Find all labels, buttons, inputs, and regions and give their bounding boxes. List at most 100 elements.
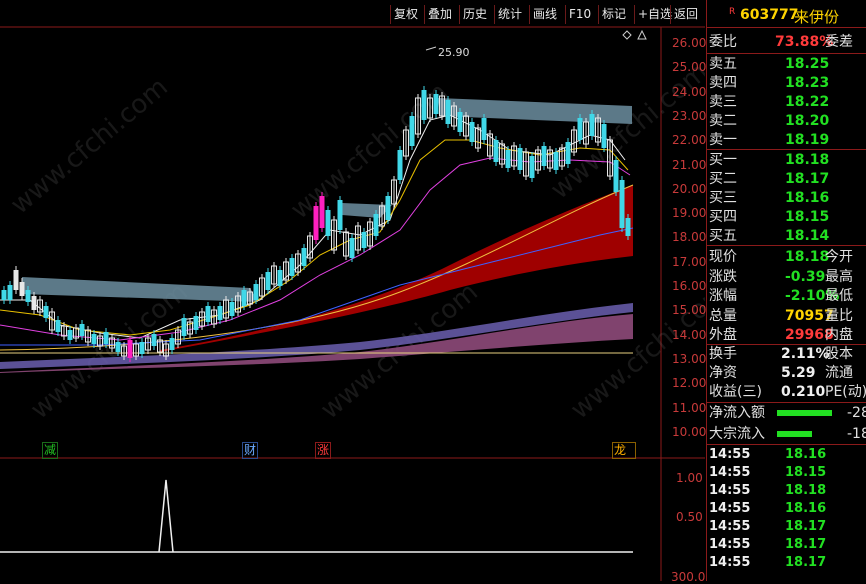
candle-body xyxy=(421,90,427,120)
ask-price: 18.25 xyxy=(785,56,830,72)
candle-body xyxy=(301,248,307,266)
bid-price: 18.17 xyxy=(785,171,830,187)
candle-body xyxy=(241,290,247,306)
quote-header: R 603777 来伊份 xyxy=(707,0,866,27)
stat2-label: 净资 xyxy=(709,365,737,381)
price-axis-label: 18.00 xyxy=(672,230,707,245)
candle-body xyxy=(577,118,583,140)
candle-body xyxy=(619,180,625,228)
candle-body xyxy=(613,160,619,192)
stat2-value: 0.210 xyxy=(781,384,826,400)
price-axis-label: 16.00 xyxy=(672,279,707,293)
tick-time: 14:55 xyxy=(709,519,751,534)
event-reduce-tag[interactable]: 减 xyxy=(42,442,59,459)
candle-body xyxy=(625,218,631,236)
r-badge: R xyxy=(729,7,736,17)
peak-marker-line xyxy=(425,46,437,51)
tick-time: 14:55 xyxy=(709,537,751,552)
ask-price: 18.22 xyxy=(785,94,830,110)
candle-body xyxy=(397,150,403,180)
bid-price: 18.14 xyxy=(785,228,830,244)
candle-body xyxy=(169,338,175,350)
price-axis-label: 20.00 xyxy=(672,181,707,196)
candle-body xyxy=(205,306,211,322)
ask-row: 卖一 18.19 xyxy=(707,130,866,150)
peak-price-label: 25.90 xyxy=(438,46,470,59)
bid-label: 买五 xyxy=(709,228,737,244)
diamond-icon xyxy=(622,30,632,40)
ask-label: 卖四 xyxy=(709,75,737,91)
tick-price: 18.16 xyxy=(785,501,827,516)
stat-label: 涨幅 xyxy=(709,288,737,304)
svg-text:www.cfchi.com: www.cfchi.com xyxy=(285,77,454,225)
event-finance-tag[interactable]: 财 xyxy=(242,442,259,459)
candle-body xyxy=(529,156,535,178)
ask-label: 卖五 xyxy=(709,56,737,72)
stat-label: 现价 xyxy=(709,249,737,265)
candle-body xyxy=(55,320,61,332)
stat-label2: 量比 xyxy=(825,307,853,324)
price-axis-label: 10.00 xyxy=(672,424,707,439)
ma-band-gray3 xyxy=(438,98,632,124)
candle-body xyxy=(79,324,85,336)
price-axis-label: 12.00 xyxy=(672,376,707,391)
ask-label: 卖三 xyxy=(709,94,737,110)
candle-body xyxy=(25,290,31,302)
stat-row: 现价 18.18 今开 xyxy=(707,247,866,267)
candle-body xyxy=(19,282,25,296)
stat-label2: 最低 xyxy=(825,288,853,304)
candle-body xyxy=(601,124,607,148)
candle-body xyxy=(181,318,187,336)
weicha-label: 委差 xyxy=(825,34,853,50)
bid-row: 买一 18.18 xyxy=(707,150,866,170)
candle-body xyxy=(127,340,133,358)
tick-price: 18.15 xyxy=(785,465,827,480)
tick-price: 18.17 xyxy=(785,519,827,534)
bid-label: 买四 xyxy=(709,209,737,225)
candle-body xyxy=(337,200,343,230)
price-axis-label: 13.00 xyxy=(672,351,707,366)
candle-body xyxy=(445,100,451,124)
tick-price: 18.16 xyxy=(785,447,827,462)
tick-time: 14:55 xyxy=(709,501,751,516)
quote-panel: R 603777 来伊份 委比 73.88% 委差 卖五 18.25 卖四 18.23… xyxy=(706,0,866,581)
candle-body xyxy=(277,270,283,286)
stat2-value: 5.29 xyxy=(781,365,816,381)
candle-body xyxy=(217,306,223,320)
tick-row: 14:55 18.16 xyxy=(707,446,866,464)
stat-row: 总量 70957 量比 xyxy=(707,306,866,326)
stat-label2: 今开 xyxy=(825,249,853,265)
kline-chart[interactable]: www.cfchi.com www.cfchi.com www.cfchi.co… xyxy=(0,0,705,581)
event-limitup-tag[interactable]: 涨 xyxy=(315,442,332,459)
event-dragon-tiger-tag[interactable]: 龙虎榜 xyxy=(612,442,636,459)
bid-row: 买四 18.15 xyxy=(707,207,866,227)
stat2-label2: PE(动) xyxy=(825,384,866,400)
candle-body xyxy=(253,284,259,300)
tick-price: 18.17 xyxy=(785,555,827,570)
candle-body xyxy=(349,238,355,258)
sub-axis-label-1: 1.00 xyxy=(676,471,703,485)
candle-body xyxy=(103,332,109,344)
tick-row: 14:55 18.18 xyxy=(707,482,866,500)
price-axis-label: 22.00 xyxy=(672,133,707,148)
candle-body xyxy=(433,94,439,114)
candle-body xyxy=(325,210,331,236)
price-axis-label: 26.00 xyxy=(672,36,707,50)
candle-body xyxy=(1,290,7,300)
stat-row: 涨跌 -0.39 最高 xyxy=(707,267,866,287)
flow-label: 大宗流入 xyxy=(709,426,765,442)
stat-label2: 内盘 xyxy=(825,327,853,343)
price-axis-label: 15.00 xyxy=(672,303,707,318)
candle-body xyxy=(385,196,391,220)
candle-body xyxy=(151,334,157,346)
candle-body xyxy=(319,196,325,228)
tick-time: 14:55 xyxy=(709,483,751,498)
sub-axis-bottom-label: 300.0 xyxy=(671,570,706,584)
price-axis-label: 21.00 xyxy=(672,157,707,172)
stat2-row: 收益(三) 0.210 PE(动) xyxy=(707,382,866,402)
candle-body xyxy=(493,140,499,162)
price-axis-label: 23.00 xyxy=(672,108,707,123)
ask-label: 卖二 xyxy=(709,113,737,129)
candle-body xyxy=(589,114,595,136)
candle-body xyxy=(115,342,121,352)
